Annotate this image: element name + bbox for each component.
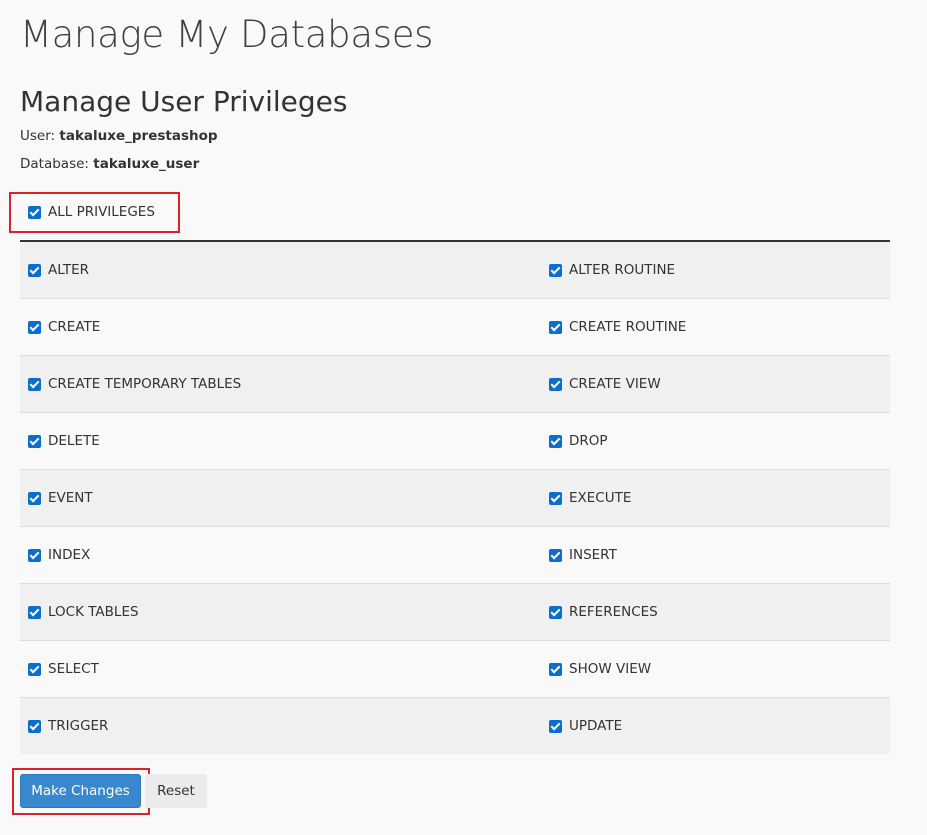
privilege-checkbox[interactable]	[549, 548, 562, 562]
database-value: takaluxe_user	[93, 156, 200, 172]
privilege-select[interactable]: SELECT	[28, 641, 99, 697]
privilege-checkbox[interactable]	[549, 263, 562, 277]
privilege-update[interactable]: UPDATE	[549, 698, 622, 754]
privilege-label: INSERT	[569, 547, 617, 563]
privilege-label: LOCK TABLES	[48, 604, 139, 620]
privilege-label: CREATE VIEW	[569, 376, 661, 392]
privilege-checkbox[interactable]	[549, 662, 562, 676]
section-title: Manage User Privileges	[20, 85, 348, 118]
database-label: Database:	[20, 156, 89, 172]
privilege-lock-tables[interactable]: LOCK TABLES	[28, 584, 139, 640]
privilege-checkbox[interactable]	[28, 548, 41, 562]
privilege-checkbox[interactable]	[549, 605, 562, 619]
privilege-label: EXECUTE	[569, 490, 632, 506]
privilege-label: CREATE	[48, 319, 101, 335]
page-title: Manage My Databases	[20, 13, 434, 56]
privilege-label: CREATE ROUTINE	[569, 319, 687, 335]
privilege-checkbox[interactable]	[549, 434, 562, 448]
user-info: User: takaluxe_prestashop	[20, 127, 218, 145]
privilege-label: SELECT	[48, 661, 99, 677]
table-row: DELETE DROP	[20, 413, 890, 470]
privilege-delete[interactable]: DELETE	[28, 413, 100, 469]
privilege-create-temporary-tables[interactable]: CREATE TEMPORARY TABLES	[28, 356, 241, 412]
privilege-checkbox[interactable]	[549, 491, 562, 505]
privilege-index[interactable]: INDEX	[28, 527, 90, 583]
privilege-label: ALTER	[48, 262, 90, 278]
privilege-checkbox[interactable]	[28, 377, 41, 391]
privilege-checkbox[interactable]	[28, 320, 41, 334]
table-row: INDEX INSERT	[20, 527, 890, 584]
privilege-label: CREATE TEMPORARY TABLES	[48, 376, 242, 392]
table-row: TRIGGER UPDATE	[20, 698, 890, 754]
all-privileges-option[interactable]: ALL PRIVILEGES	[28, 203, 155, 221]
privilege-show-view[interactable]: SHOW VIEW	[549, 641, 651, 697]
reset-button[interactable]: Reset	[145, 774, 207, 808]
privilege-checkbox[interactable]	[549, 377, 562, 391]
privilege-checkbox[interactable]	[28, 434, 41, 448]
page: Manage My Databases Manage User Privileg…	[0, 0, 927, 835]
privilege-checkbox[interactable]	[28, 263, 41, 277]
privileges-table: ALTER ALTER ROUTINE CREATE CREATE ROUTIN…	[20, 240, 890, 754]
privilege-insert[interactable]: INSERT	[549, 527, 617, 583]
privilege-checkbox[interactable]	[28, 491, 41, 505]
table-row: SELECT SHOW VIEW	[20, 641, 890, 698]
privilege-label: UPDATE	[569, 718, 623, 734]
privilege-event[interactable]: EVENT	[28, 470, 93, 526]
privilege-create-view[interactable]: CREATE VIEW	[549, 356, 661, 412]
privilege-label: EVENT	[48, 490, 93, 506]
privilege-label: INDEX	[48, 547, 91, 563]
all-privileges-checkbox[interactable]	[28, 205, 41, 219]
privilege-label: ALTER ROUTINE	[569, 262, 676, 278]
privilege-create-routine[interactable]: CREATE ROUTINE	[549, 299, 686, 355]
user-label: User:	[20, 128, 56, 144]
privilege-execute[interactable]: EXECUTE	[549, 470, 631, 526]
table-row: ALTER ALTER ROUTINE	[20, 242, 890, 299]
make-changes-button[interactable]: Make Changes	[20, 774, 141, 808]
privilege-alter[interactable]: ALTER	[28, 242, 89, 298]
table-row: CREATE TEMPORARY TABLES CREATE VIEW	[20, 356, 890, 413]
privilege-label: REFERENCES	[569, 604, 658, 620]
table-row: CREATE CREATE ROUTINE	[20, 299, 890, 356]
privilege-alter-routine[interactable]: ALTER ROUTINE	[549, 242, 675, 298]
user-value: takaluxe_prestashop	[59, 128, 218, 144]
table-row: EVENT EXECUTE	[20, 470, 890, 527]
privilege-checkbox[interactable]	[549, 719, 562, 733]
privilege-references[interactable]: REFERENCES	[549, 584, 658, 640]
all-privileges-label: ALL PRIVILEGES	[48, 204, 155, 220]
privilege-trigger[interactable]: TRIGGER	[28, 698, 108, 754]
table-row: LOCK TABLES REFERENCES	[20, 584, 890, 641]
privilege-label: DELETE	[48, 433, 100, 449]
privilege-drop[interactable]: DROP	[549, 413, 608, 469]
privilege-label: TRIGGER	[48, 718, 109, 734]
privilege-checkbox[interactable]	[28, 719, 41, 733]
privilege-checkbox[interactable]	[549, 320, 562, 334]
database-info: Database: takaluxe_user	[20, 155, 199, 173]
privilege-checkbox[interactable]	[28, 662, 41, 676]
privilege-checkbox[interactable]	[28, 605, 41, 619]
privilege-label: SHOW VIEW	[569, 661, 652, 677]
privilege-create[interactable]: CREATE	[28, 299, 100, 355]
privilege-label: DROP	[569, 433, 608, 449]
